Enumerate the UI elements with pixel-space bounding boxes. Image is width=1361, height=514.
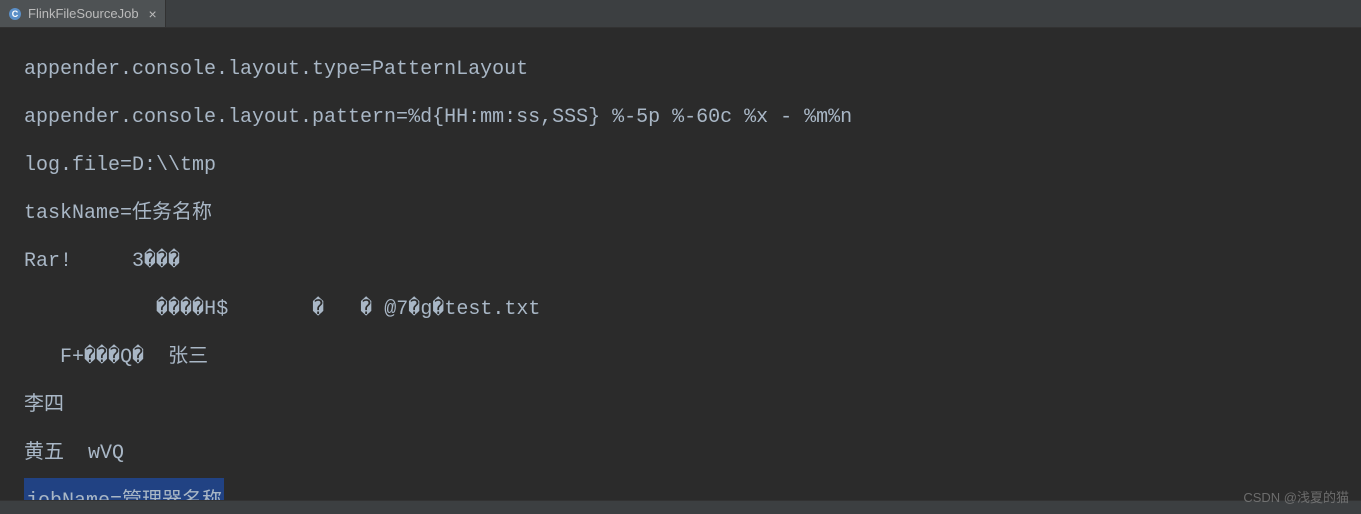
code-line: appender.console.layout.type=PatternLayo… xyxy=(24,46,1337,94)
code-line: F+���Q� 张三 xyxy=(24,334,1337,382)
code-line: 黄五 wVQ xyxy=(24,430,1337,478)
editor-area[interactable]: appender.console.layout.type=PatternLayo… xyxy=(0,28,1361,514)
svg-text:C: C xyxy=(12,9,19,19)
code-line: taskName=任务名称 xyxy=(24,190,1337,238)
tab-bar: C FlinkFileSourceJob × xyxy=(0,0,1361,28)
code-line: log.file=D:\\tmp xyxy=(24,142,1337,190)
tab-flinkfilesourcejob[interactable]: C FlinkFileSourceJob × xyxy=(0,0,166,27)
tab-label: FlinkFileSourceJob xyxy=(28,6,139,21)
watermark: CSDN @浅夏的猫 xyxy=(1243,487,1349,506)
code-line: appender.console.layout.pattern=%d{HH:mm… xyxy=(24,94,1337,142)
code-line: Rar! 3��� xyxy=(24,238,1337,286)
code-line: ����H$ � � @7�g�test.txt xyxy=(24,286,1337,334)
close-icon[interactable]: × xyxy=(149,6,157,22)
code-line: 李四 xyxy=(24,382,1337,430)
java-class-icon: C xyxy=(8,7,22,21)
status-bar-edge xyxy=(0,500,1361,514)
